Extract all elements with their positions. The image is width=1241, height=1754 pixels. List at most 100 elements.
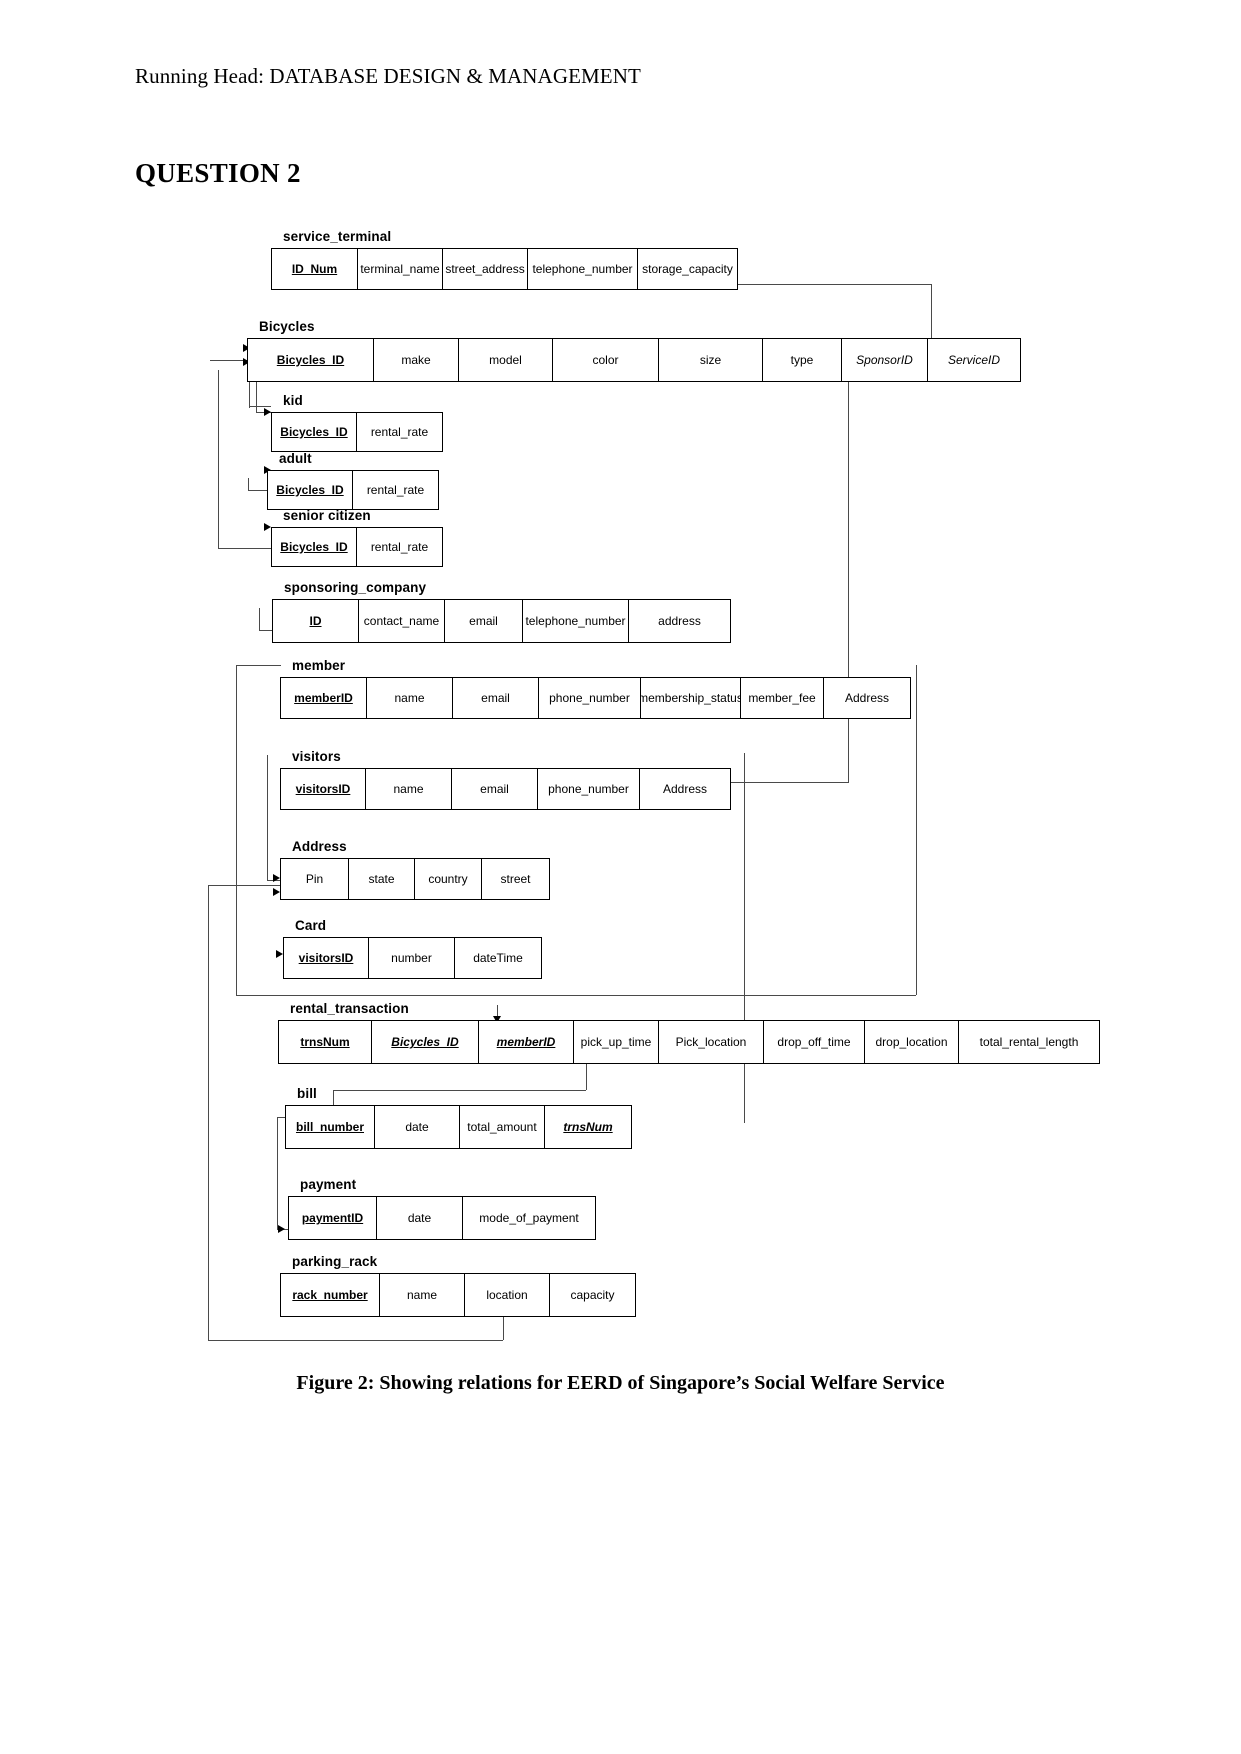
column-cell: visitorsID xyxy=(281,769,366,809)
column-cell: make xyxy=(374,339,459,381)
column-cell: name xyxy=(366,769,452,809)
column-cell: drop_off_time xyxy=(764,1021,865,1063)
column-cell: state xyxy=(349,859,415,899)
column-cell: paymentID xyxy=(289,1197,377,1239)
column-cell: pick_up_time xyxy=(574,1021,659,1063)
schema-table-payment: payment paymentID date mode_of_payment xyxy=(288,1177,596,1240)
column-cell: street xyxy=(500,872,531,886)
connector-line xyxy=(218,548,271,549)
connector-line xyxy=(267,755,268,880)
table-name-label: Card xyxy=(295,918,327,933)
column-cell: email xyxy=(445,600,523,642)
column-cell: rental_rate xyxy=(366,483,425,497)
table-name-label: visitors xyxy=(292,749,341,764)
connector-line xyxy=(208,885,209,1340)
table-columns-row: ID contact_name email telephone_number addre… xyxy=(272,599,731,643)
column-cell: storage_capacity xyxy=(642,262,733,276)
column-cell: name xyxy=(380,1274,465,1316)
column-cell: Bicycles_ID xyxy=(372,1021,479,1063)
column-cell: Pick_location xyxy=(659,1021,764,1063)
table-name-label: payment xyxy=(300,1177,357,1192)
connector-line xyxy=(503,1316,504,1340)
connector-arrow xyxy=(278,1225,285,1233)
table-columns-row: Pin state country street xyxy=(280,858,550,900)
column-cell: terminal_name xyxy=(358,249,443,289)
column-cell: phone_number xyxy=(539,678,641,718)
column-cell: email xyxy=(452,769,538,809)
table-columns-row: memberID name email phone_number membership_… xyxy=(280,677,911,719)
schema-table-senior-citizen: senior citizen Bicycles_ID rental_rate xyxy=(271,508,443,567)
connector-line xyxy=(277,1117,285,1118)
column-cell: telephone_number xyxy=(523,600,629,642)
table-columns-row: Bicycles_ID rental_rate xyxy=(267,470,439,510)
connector-arrow xyxy=(264,408,271,416)
connector-line xyxy=(218,370,219,548)
connector-line xyxy=(586,1064,587,1090)
connector-line xyxy=(208,1340,503,1341)
schema-table-sponsoring-company: sponsoring_company ID contact_name email tel… xyxy=(272,580,731,643)
column-cell: Address xyxy=(844,691,890,705)
column-cell: total_amount xyxy=(460,1106,545,1148)
column-cell: address xyxy=(658,614,701,628)
connector-line xyxy=(744,753,745,1123)
column-cell: Pin xyxy=(281,859,349,899)
column-cell: phone_number xyxy=(538,769,640,809)
connector-arrow xyxy=(273,874,280,882)
table-columns-row: bill_number date total_amount trnsNum xyxy=(285,1105,632,1149)
column-cell: Bicycles_ID xyxy=(268,471,353,509)
figure-caption: Figure 2: Showing relations for EERD of … xyxy=(296,1372,945,1394)
column-cell: street_address xyxy=(443,249,528,289)
column-cell: size xyxy=(659,339,763,381)
table-name-label: Address xyxy=(292,839,347,854)
table-columns-row: visitorsID name email phone_number Address xyxy=(280,768,731,810)
connector-line xyxy=(259,608,260,630)
schema-table-parking-rack: parking_rack rack_number name location capac… xyxy=(280,1254,636,1317)
connector-line xyxy=(208,885,280,886)
table-columns-row: trnsNum Bicycles_ID memberID pick_up_time Pi… xyxy=(278,1020,1100,1064)
connector-line xyxy=(256,378,257,412)
column-cell: date xyxy=(377,1197,463,1239)
table-name-label: adult xyxy=(279,451,312,466)
column-cell: memberID xyxy=(281,678,367,718)
column-cell: ID_Num xyxy=(272,249,358,289)
column-cell: dateTime xyxy=(473,951,523,965)
column-cell: type xyxy=(763,339,842,381)
table-columns-row: ID_Num terminal_name street_address telepho… xyxy=(271,248,738,290)
column-cell: member_fee xyxy=(741,678,824,718)
column-cell: color xyxy=(553,339,659,381)
table-columns-row: paymentID date mode_of_payment xyxy=(288,1196,596,1240)
column-cell: trnsNum xyxy=(279,1021,372,1063)
column-cell: bill_number xyxy=(286,1106,375,1148)
table-name-label: sponsoring_company xyxy=(284,580,427,595)
connector-line xyxy=(249,406,271,407)
column-cell: SponsorID xyxy=(842,339,928,381)
connector-line xyxy=(916,665,917,995)
column-cell: number xyxy=(369,938,455,978)
connector-line xyxy=(236,995,916,996)
table-name-label: rental_transaction xyxy=(290,1001,409,1016)
connector-line xyxy=(724,284,932,285)
document-page: Running Head: DATABASE DESIGN & MANAGEME… xyxy=(0,0,1241,1754)
schema-table-member: member memberID name email phone_number membe… xyxy=(280,658,911,719)
schema-diagram: service_terminal ID_Num terminal_name stree… xyxy=(0,210,1241,1350)
column-cell: Bicycles_ID xyxy=(272,528,357,566)
connector-line xyxy=(333,1090,586,1091)
table-columns-row: Bicycles_ID make model color size type Sponsor… xyxy=(247,338,1021,382)
schema-table-kid: kid Bicycles_ID rental_rate xyxy=(271,393,443,452)
table-name-label: Bicycles xyxy=(259,319,315,334)
schema-table-rental-transaction: rental_transaction trnsNum Bicycles_ID memb… xyxy=(278,1001,1100,1064)
table-columns-row: Bicycles_ID rental_rate xyxy=(271,527,443,567)
column-cell: mode_of_payment xyxy=(479,1211,579,1225)
column-cell: memberID xyxy=(479,1021,574,1063)
column-cell: Bicycles_ID xyxy=(272,413,357,451)
column-cell: date xyxy=(375,1106,460,1148)
column-cell: email xyxy=(453,678,539,718)
column-cell: visitorsID xyxy=(284,938,369,978)
table-columns-row: rack_number name location capacity xyxy=(280,1273,636,1317)
table-columns-row: visitorsID number dateTime xyxy=(283,937,542,979)
column-cell: rental_rate xyxy=(370,540,429,554)
column-cell: rack_number xyxy=(281,1274,380,1316)
schema-table-bill: bill bill_number date total_amount trnsNum xyxy=(285,1086,632,1149)
column-cell: trnsNum xyxy=(563,1120,613,1134)
column-cell: capacity xyxy=(570,1288,615,1302)
